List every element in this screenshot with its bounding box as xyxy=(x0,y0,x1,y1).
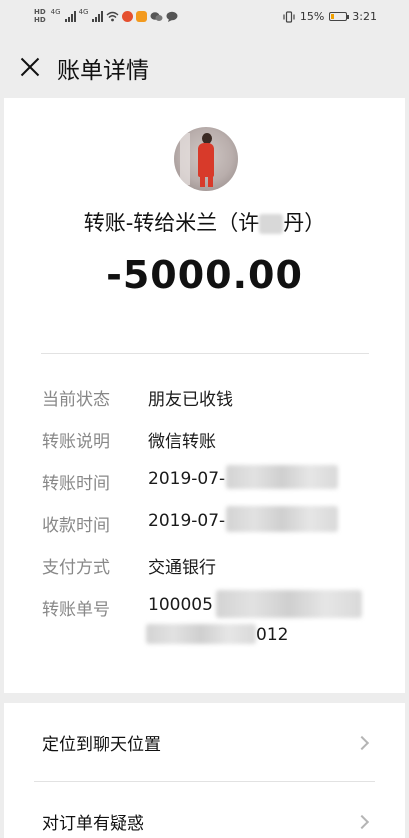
bill-card: 转账-转给米兰（许 丹） -5000.00 当前状态 朋友已收钱 转账说明 微信转… xyxy=(4,98,405,693)
page-title: 账单详情 xyxy=(57,58,149,84)
transfer-time-value: 2019-07- xyxy=(148,469,226,489)
battery-percent: 15% xyxy=(299,10,325,23)
status-bar-left: HD HD 4G 4G xyxy=(34,8,178,24)
payee-title: 转账-转给米兰（许 丹） xyxy=(4,207,405,237)
transfer-time-label: 转账时间 xyxy=(42,474,110,494)
payee-name-suffix: 丹） xyxy=(283,211,326,235)
order-question-label: 对订单有疑惑 xyxy=(42,814,144,834)
redaction-blur xyxy=(146,624,256,644)
payee-name: 转账-转给米兰（许 xyxy=(83,211,260,235)
header: 账单详情 xyxy=(0,36,409,98)
status-time: 3:21 xyxy=(352,10,377,23)
transfer-id-value: 100005 xyxy=(148,595,213,615)
transfer-note-value: 微信转账 xyxy=(148,432,216,452)
network-type-2: 4G xyxy=(78,8,89,16)
redaction-blur xyxy=(259,214,284,234)
redaction-blur xyxy=(226,506,338,532)
vibrate-icon xyxy=(283,10,295,23)
locate-in-chat-label: 定位到聊天位置 xyxy=(42,735,161,755)
actions-list: 定位到聊天位置 对订单有疑惑 xyxy=(4,703,405,838)
status-label: 当前状态 xyxy=(42,390,110,410)
transfer-note-label: 转账说明 xyxy=(42,432,110,452)
video-icon xyxy=(136,10,148,22)
receive-time-label: 收款时间 xyxy=(42,516,110,536)
close-icon[interactable] xyxy=(20,57,40,77)
payment-method-label: 支付方式 xyxy=(42,558,110,578)
transfer-id-value-line2: 012 xyxy=(256,625,289,645)
battery-icon xyxy=(329,12,350,21)
avatar[interactable] xyxy=(174,127,238,191)
chevron-right-icon xyxy=(354,735,370,751)
hd-top-label: HD xyxy=(34,8,46,16)
divider xyxy=(41,353,369,354)
hd-bottom-label: HD xyxy=(34,16,46,24)
network-type-1: 4G xyxy=(50,8,61,16)
status-value: 朋友已收钱 xyxy=(148,390,233,410)
receive-time-value: 2019-07- xyxy=(148,511,226,531)
order-question-row[interactable]: 对订单有疑惑 xyxy=(4,782,405,838)
wifi-icon xyxy=(106,11,119,21)
hd-indicator: HD HD xyxy=(34,8,46,24)
locate-in-chat-row[interactable]: 定位到聊天位置 xyxy=(4,703,405,782)
status-bar: HD HD 4G 4G 15% 3:21 xyxy=(0,0,409,36)
transfer-id-label: 转账单号 xyxy=(42,600,110,620)
signal-icon xyxy=(64,10,76,22)
amount: -5000.00 xyxy=(106,253,303,297)
message-icon xyxy=(166,11,178,22)
signal-icon xyxy=(92,10,104,22)
wechat-icon xyxy=(150,11,163,21)
app-icon xyxy=(122,10,134,22)
redaction-blur xyxy=(216,590,362,618)
chevron-right-icon xyxy=(354,814,370,830)
payment-method-value: 交通银行 xyxy=(148,558,216,578)
status-bar-right: 15% 3:21 xyxy=(283,10,377,23)
redaction-blur xyxy=(226,465,338,489)
